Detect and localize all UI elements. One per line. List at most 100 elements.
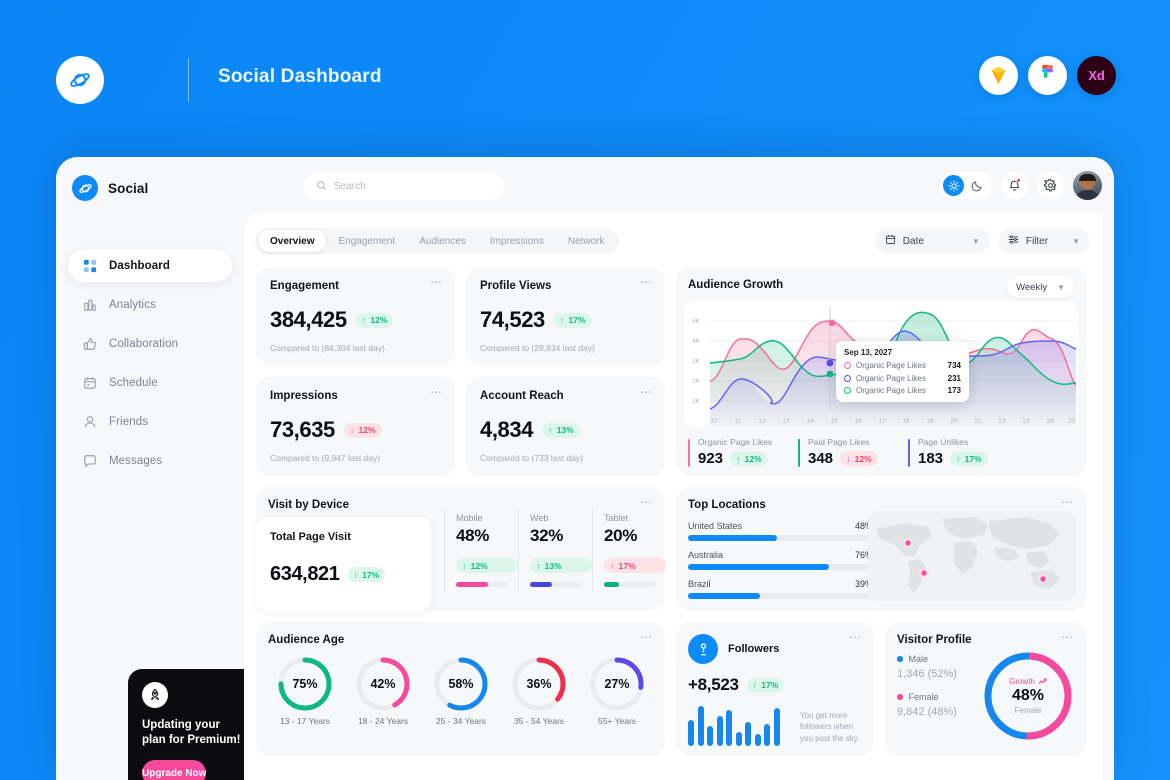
- rocket-icon: [142, 682, 168, 708]
- date-selector[interactable]: Date ▼: [874, 228, 990, 254]
- sidebar-item-dashboard[interactable]: Dashboard: [68, 249, 232, 282]
- age-label: 55+ Years: [597, 716, 637, 726]
- age-label: 13 - 17 Years: [279, 716, 331, 726]
- world-map: [868, 511, 1076, 601]
- kebab-menu-icon[interactable]: ⋯: [430, 386, 443, 398]
- sidebar-item-schedule[interactable]: Schedule: [68, 366, 232, 399]
- kebab-menu-icon[interactable]: ⋯: [430, 276, 443, 288]
- theme-toggle[interactable]: [940, 172, 992, 199]
- device-progress-track: [456, 582, 508, 587]
- age-group-18-24: 42% 18 - 24 Years: [344, 656, 422, 726]
- date-label: Date: [902, 235, 924, 247]
- device-label: Web: [530, 513, 549, 523]
- tab-engagement[interactable]: Engagement: [326, 230, 407, 252]
- kebab-menu-icon[interactable]: ⋯: [640, 276, 653, 288]
- sidebar-item-messages[interactable]: Messages: [68, 444, 232, 477]
- location-row: Australia 76%: [688, 550, 873, 570]
- chevron-down-icon: ▼: [1057, 282, 1065, 292]
- sidebar-item-collaboration[interactable]: Collaboration: [68, 327, 232, 360]
- moon-icon[interactable]: [966, 175, 987, 196]
- stat-card-engagement: ⋯ Engagement 384,425 ↑ 12% Compared to (…: [256, 267, 455, 366]
- device-value: 32%: [530, 526, 564, 545]
- notification-button[interactable]: [1001, 172, 1028, 199]
- sidebar-item-label: Analytics: [109, 298, 156, 311]
- location-progress-track: [688, 593, 873, 599]
- stat-card-profile-views: ⋯ Profile Views 74,523 ↑ 17% Compared to…: [466, 267, 665, 366]
- tab-network[interactable]: Network: [556, 230, 617, 252]
- tab-overview[interactable]: Overview: [258, 230, 327, 252]
- tab-audiences[interactable]: Audiences: [407, 230, 478, 252]
- status-badge: ↑ 17%: [604, 558, 666, 573]
- filter-selector[interactable]: Filter ▼: [997, 228, 1090, 254]
- location-progress-track: [688, 564, 873, 570]
- legend-color-bar: [688, 439, 690, 467]
- panel-controls: Date ▼ Filter ▼: [874, 228, 1090, 254]
- notification-dot: [1016, 178, 1021, 183]
- avatar-body: [1076, 190, 1099, 200]
- tool-badges: Xd: [979, 56, 1116, 95]
- series-marker-icon: [844, 374, 851, 382]
- topbar-tools: [940, 171, 1102, 200]
- adobe-xd-badge[interactable]: Xd: [1077, 56, 1116, 95]
- sidebar-brand[interactable]: Social: [72, 175, 148, 201]
- tab-impressions[interactable]: Impressions: [478, 230, 556, 252]
- planet-icon: [72, 175, 98, 201]
- stat-value: 73,635: [270, 417, 335, 442]
- visitor-profile-card: ⋯ Visitor Profile Male 1,346 (52%) Femal…: [885, 622, 1086, 756]
- kebab-menu-icon[interactable]: ⋯: [1061, 496, 1074, 508]
- stat-subtitle: Compared to (733 last day): [480, 453, 583, 463]
- kebab-menu-icon[interactable]: ⋯: [1061, 631, 1074, 643]
- planet-icon: [56, 56, 104, 104]
- sidebar-item-analytics[interactable]: Analytics: [68, 288, 232, 321]
- chevron-down-icon: ▼: [971, 236, 980, 246]
- stat-card-impressions: ⋯ Impressions 73,635 ↓ 12% Compared to (…: [256, 377, 455, 476]
- stat-row-2: ⋯ Impressions 73,635 ↓ 12% Compared to (…: [256, 377, 665, 476]
- sketch-badge[interactable]: [979, 56, 1018, 95]
- upgrade-now-button[interactable]: Upgrade Now: [142, 760, 207, 780]
- figma-badge[interactable]: [1028, 56, 1067, 95]
- visitor-profile-title: Visitor Profile: [897, 634, 972, 646]
- male-color-dot: [897, 656, 903, 662]
- audience-growth-plot: 5K 4K 3K 2K 1K 10 11 12 13 14 15 16 17 1…: [684, 301, 1078, 427]
- sidebar-item-friends[interactable]: Friends: [68, 405, 232, 438]
- svg-text:5K: 5K: [692, 318, 701, 325]
- divider: [518, 509, 519, 593]
- chart-tooltip: Sep 13, 2027 Organic Page Likes 734 Orga…: [836, 341, 969, 402]
- device-web: Web 32% ↑ 13%: [518, 509, 592, 593]
- search-input[interactable]: [334, 181, 484, 192]
- legend-value: 923: [698, 450, 724, 467]
- location-row: Brazil 39%: [688, 579, 873, 599]
- settings-button[interactable]: [1037, 172, 1064, 199]
- status-badge: ↑ 13%: [542, 422, 580, 438]
- search-bar[interactable]: [304, 173, 504, 200]
- legend-label: Organic Page Likes: [698, 437, 773, 447]
- kebab-menu-icon[interactable]: ⋯: [849, 631, 862, 643]
- left-column: ⋯ Engagement 384,425 ↑ 12% Compared to (…: [256, 267, 666, 756]
- main-region: Overview Engagement Audiences Impression…: [244, 157, 1114, 780]
- range-selector[interactable]: Weekly ▼: [1007, 276, 1074, 298]
- location-progress-track: [688, 535, 873, 541]
- avatar[interactable]: [1073, 171, 1102, 200]
- total-page-visit-value: 634,821: [270, 563, 340, 585]
- kebab-menu-icon[interactable]: ⋯: [640, 386, 653, 398]
- followers-bar-chart: [688, 704, 780, 746]
- status-badge: ↑ 17%: [746, 677, 785, 693]
- visitor-legend: Male 1,346 (52%) Female 9,842 (48%): [897, 654, 957, 718]
- device-tablet: Tablet 20% ↑ 17%: [592, 509, 666, 593]
- svg-text:3K: 3K: [692, 358, 701, 365]
- device-label: Tablet: [604, 513, 629, 523]
- svg-text:2K: 2K: [692, 378, 701, 385]
- status-badge: ↑ 17%: [950, 451, 988, 466]
- kebab-menu-icon[interactable]: ⋯: [640, 631, 653, 643]
- tooltip-value: 231: [947, 373, 961, 383]
- dashboard-grid: ⋯ Engagement 384,425 ↑ 12% Compared to (…: [256, 267, 1090, 756]
- age-percent: 58%: [448, 677, 474, 691]
- calendar-icon: [82, 375, 97, 390]
- sun-icon[interactable]: [943, 175, 964, 196]
- legend-paid-page-likes: Paid Page Likes 348 ↓ 12%: [798, 437, 908, 467]
- device-columns: Mobile 48% ↑ 12% Web 32% ↑ 13% Tablet 20…: [444, 509, 666, 593]
- top-locations-title: Top Locations: [688, 499, 766, 511]
- visit-by-device-title: Visit by Device: [268, 499, 349, 511]
- kebab-menu-icon[interactable]: ⋯: [640, 496, 653, 508]
- stat-card-account-reach: ⋯ Account Reach 4,834 ↑ 13% Compared to …: [466, 377, 665, 476]
